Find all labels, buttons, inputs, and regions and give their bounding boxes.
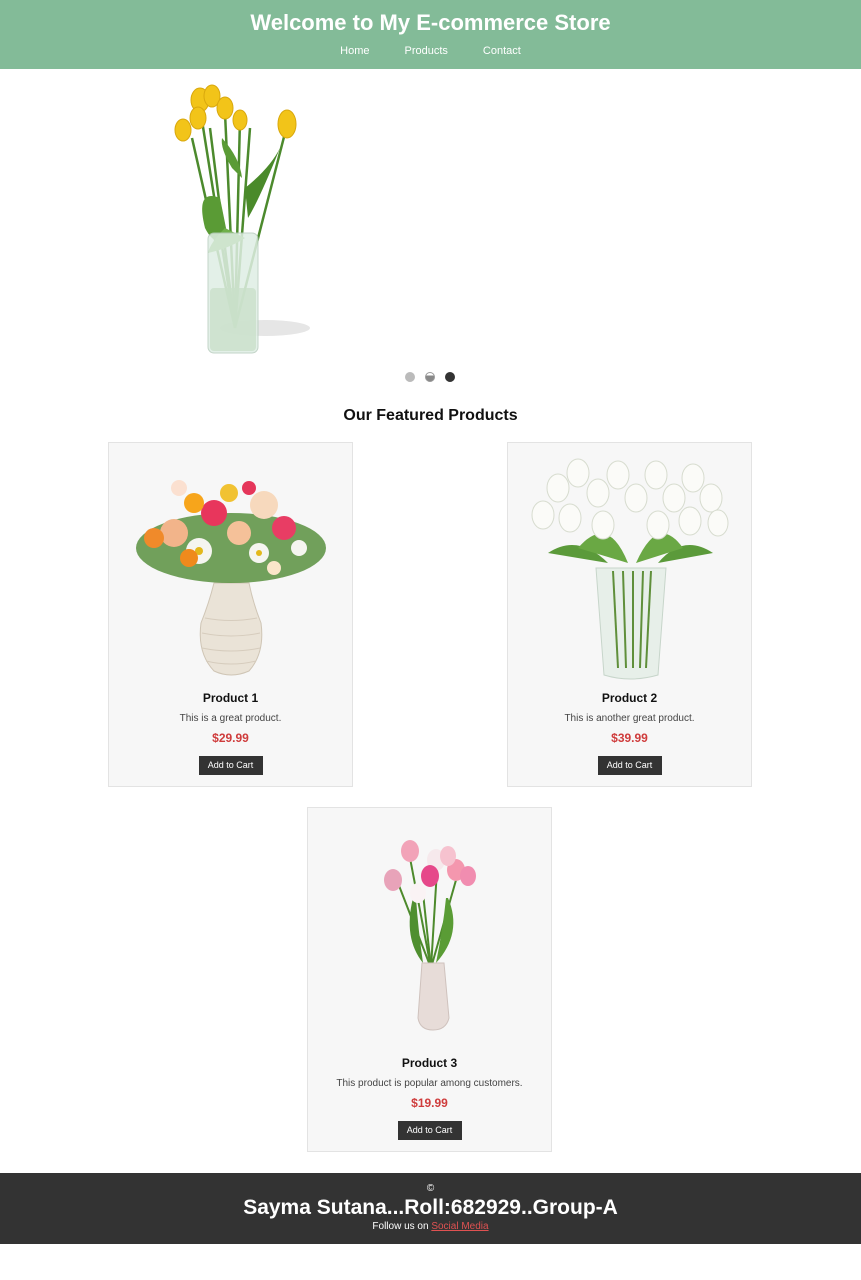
slider-dot-3[interactable] [445, 372, 455, 382]
product-card-1: Product 1 This is a great product. $29.9… [108, 442, 353, 787]
nav-home-link[interactable]: Home [340, 45, 369, 57]
product-2-price: $39.99 [611, 731, 648, 745]
add-to-cart-button-1[interactable]: Add to Cart [198, 756, 263, 775]
product-2-description: This is another great product. [564, 713, 695, 724]
add-to-cart-button-3[interactable]: Add to Cart [397, 1121, 462, 1140]
pink-tulips-vase-image [384, 840, 476, 1031]
social-media-link[interactable]: Social Media [431, 1221, 488, 1232]
site-title: Welcome to My E-commerce Store [250, 10, 611, 35]
product-2-image [518, 453, 741, 683]
product-card-3: Product 3 This product is popular among … [307, 807, 552, 1152]
white-tulips-vase-image [531, 458, 729, 680]
featured-title: Our Featured Products [343, 407, 518, 424]
product-1-description: This is a great product. [179, 713, 282, 724]
footer-author: Sayma Sutana...Roll:682929..Group-A [243, 1196, 618, 1219]
product-1-name: Product 1 [202, 691, 259, 705]
product-3-name: Product 3 [401, 1056, 458, 1070]
product-1-image [119, 453, 342, 683]
product-3-description: This product is popular among customers. [336, 1078, 523, 1089]
slider-dot-1[interactable] [405, 372, 415, 382]
product-3-image [318, 818, 541, 1048]
follow-text: Follow us on [372, 1221, 429, 1232]
site-header: Welcome to My E-commerce Store Home Prod… [0, 0, 861, 69]
add-to-cart-button-2[interactable]: Add to Cart [597, 756, 662, 775]
main-nav: Home Products Contact [0, 45, 861, 57]
nav-products-link[interactable]: Products [405, 45, 448, 57]
slider-dot-2[interactable] [425, 372, 435, 382]
product-3-price: $19.99 [411, 1096, 448, 1110]
nav-contact-link[interactable]: Contact [483, 45, 521, 57]
product-2-name: Product 2 [601, 691, 658, 705]
slider-dots [405, 372, 455, 382]
product-card-2: Product 2 This is another great product.… [507, 442, 752, 787]
yellow-tulips-vase-image [174, 84, 310, 354]
mixed-bouquet-vase-image [136, 480, 326, 676]
copyright-symbol: © [426, 1183, 435, 1194]
site-footer: © Sayma Sutana...Roll:682929..Group-A Fo… [0, 1173, 861, 1244]
hero-slide-image [150, 78, 320, 363]
product-1-price: $29.99 [212, 731, 249, 745]
follow-line: Follow us on Social Media [0, 1221, 861, 1232]
